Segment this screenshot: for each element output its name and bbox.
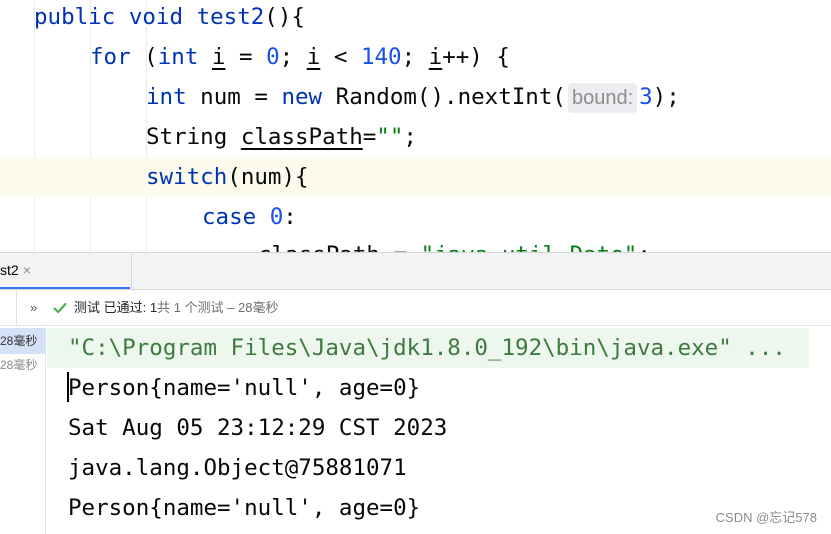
code-line-5-current[interactable]: switch(num){ bbox=[0, 157, 831, 197]
console-line: Sat Aug 05 23:12:29 CST 2023 bbox=[68, 415, 448, 441]
test-tree[interactable]: 28毫秒 28毫秒 bbox=[0, 326, 46, 534]
test-status-toolbar: » 测试 已通过: 1共 1 个测试 – 28毫秒 bbox=[0, 290, 831, 326]
code-editor[interactable]: public void test2(){ for (int i = 0; i <… bbox=[0, 0, 831, 252]
check-icon bbox=[53, 302, 67, 314]
tab-test2[interactable]: st2 × bbox=[0, 253, 130, 289]
console-line: Person{name='null', age=0} bbox=[68, 495, 421, 521]
code-line-7[interactable]: classPath = "java.util.Date"; bbox=[0, 235, 831, 252]
console-command-line: "C:\Program Files\Java\jdk1.8.0_192\bin\… bbox=[47, 328, 809, 368]
test-tree-item[interactable]: 28毫秒 bbox=[0, 352, 46, 378]
chevron-more-icon[interactable]: » bbox=[30, 290, 37, 326]
code-line-3[interactable]: int num = new Random().nextInt(bound: 3); bbox=[0, 77, 831, 117]
run-tab-bar: st2 × bbox=[0, 252, 831, 290]
parameter-hint: bound: bbox=[567, 82, 638, 113]
console-line: Person{name='null', age=0} bbox=[68, 375, 421, 401]
watermark: CSDN @忘记578 bbox=[715, 510, 817, 525]
console-output[interactable]: "C:\Program Files\Java\jdk1.8.0_192\bin\… bbox=[47, 326, 831, 534]
test-status-text: 测试 已通过: 1共 1 个测试 – 28毫秒 bbox=[74, 300, 279, 315]
tab-label: st2 bbox=[0, 262, 19, 278]
code-line-4[interactable]: String classPath=""; bbox=[0, 117, 831, 157]
console-line: java.lang.Object@75881071 bbox=[68, 455, 407, 481]
close-icon[interactable]: × bbox=[23, 262, 31, 278]
tab-divider bbox=[131, 253, 132, 289]
text-caret bbox=[67, 372, 69, 402]
test-tree-item[interactable]: 28毫秒 bbox=[0, 328, 46, 354]
code-line-2[interactable]: for (int i = 0; i < 140; i++) { bbox=[0, 37, 831, 77]
code-line-6[interactable]: case 0: bbox=[0, 197, 831, 237]
toolbar-divider bbox=[16, 290, 17, 326]
code-line-1[interactable]: public void test2(){ bbox=[0, 0, 831, 37]
